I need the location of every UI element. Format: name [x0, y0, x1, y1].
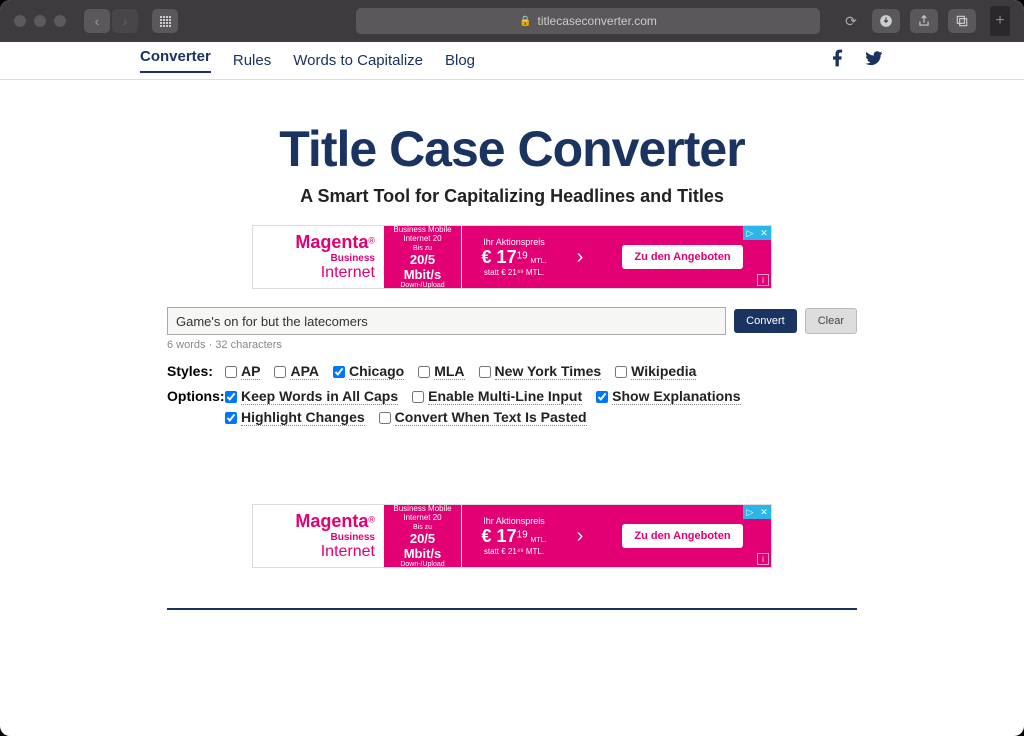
maximize-window-button[interactable] [54, 15, 66, 27]
ad-options-icon[interactable]: ▷ [743, 505, 757, 519]
share-icon [917, 14, 931, 28]
style-mla-label[interactable]: MLA [434, 363, 464, 380]
styles-label: Styles: [167, 363, 225, 380]
ad-brand-section: Magenta® Business Internet [253, 226, 383, 288]
ad-options-icon[interactable]: ▷ [743, 226, 757, 240]
character-count: 6 words · 32 characters [167, 339, 857, 351]
tabs-icon [955, 14, 969, 28]
style-apa-label[interactable]: APA [290, 363, 319, 380]
page-subtitle: A Smart Tool for Capitalizing Headlines … [0, 186, 1024, 207]
clear-button[interactable]: Clear [805, 308, 857, 334]
ad-cta-button[interactable]: Zu den Angeboten [622, 245, 742, 269]
option-explanations-label[interactable]: Show Explanations [612, 388, 740, 405]
downloads-button[interactable] [872, 9, 900, 33]
minimize-window-button[interactable] [34, 15, 46, 27]
convert-button[interactable]: Convert [734, 309, 797, 333]
back-button[interactable]: ‹ [84, 9, 110, 33]
ad-banner-top[interactable]: Magenta® Business Internet Business Mobi… [252, 225, 772, 289]
ad-arrow-icon: › [566, 505, 594, 567]
site-nav: Converter Rules Words to Capitalize Blog [0, 42, 1024, 80]
ad-speed-box: Business Mobile Internet 20 Bis zu 20/5 … [383, 505, 461, 567]
option-multiline-label[interactable]: Enable Multi-Line Input [428, 388, 582, 405]
style-ap-label[interactable]: AP [241, 363, 260, 380]
ad-speed-box: Business Mobile Internet 20 Bis zu 20/5 … [383, 226, 461, 288]
facebook-link[interactable] [828, 48, 848, 73]
options-row: Keep Words in All Caps Enable Multi-Line… [225, 388, 857, 426]
ad-controls: ▷ ✕ [743, 226, 771, 240]
style-nyt-checkbox[interactable] [479, 366, 491, 378]
twitter-icon [864, 48, 884, 68]
lock-icon: 🔒 [519, 16, 531, 27]
nav-words[interactable]: Words to Capitalize [293, 52, 423, 69]
close-window-button[interactable] [14, 15, 26, 27]
tabs-button[interactable] [948, 9, 976, 33]
nav-blog[interactable]: Blog [445, 52, 475, 69]
option-keepcaps-checkbox[interactable] [225, 391, 237, 403]
style-chicago-checkbox[interactable] [333, 366, 345, 378]
ad-info-icon[interactable]: i [757, 274, 769, 286]
twitter-link[interactable] [864, 48, 884, 73]
title-input[interactable] [167, 307, 726, 335]
style-mla-checkbox[interactable] [418, 366, 430, 378]
style-ap-checkbox[interactable] [225, 366, 237, 378]
page-title: Title Case Converter [0, 120, 1024, 178]
option-highlight-checkbox[interactable] [225, 412, 237, 424]
browser-title-bar: ‹ › 🔒 titlecaseconverter.com ⟳ [0, 0, 1024, 42]
ad-price-box: Ihr Aktionspreis € 1719 MTL. statt € 21⁴… [461, 505, 566, 567]
style-nyt-label[interactable]: New York Times [495, 363, 602, 380]
new-tab-button[interactable]: + [990, 6, 1010, 36]
facebook-icon [828, 48, 848, 68]
ad-cta-button[interactable]: Zu den Angeboten [622, 524, 742, 548]
option-convertpaste-label[interactable]: Convert When Text Is Pasted [395, 409, 587, 426]
style-wikipedia-label[interactable]: Wikipedia [631, 363, 696, 380]
nav-converter[interactable]: Converter [140, 48, 211, 73]
style-chicago-label[interactable]: Chicago [349, 363, 404, 380]
ad-info-icon[interactable]: i [757, 553, 769, 565]
forward-button[interactable]: › [112, 9, 138, 33]
ad-close-icon[interactable]: ✕ [757, 505, 771, 519]
ad-banner-bottom[interactable]: Magenta® Business Internet Business Mobi… [252, 504, 772, 568]
options-label: Options: [167, 388, 225, 426]
option-multiline-checkbox[interactable] [412, 391, 424, 403]
apps-grid-button[interactable] [152, 9, 178, 33]
download-icon [879, 14, 893, 28]
content-divider [167, 608, 857, 610]
url-bar[interactable]: 🔒 titlecaseconverter.com [356, 8, 820, 34]
style-apa-checkbox[interactable] [274, 366, 286, 378]
ad-arrow-icon: › [566, 226, 594, 288]
ad-close-icon[interactable]: ✕ [757, 226, 771, 240]
share-button[interactable] [910, 9, 938, 33]
traffic-lights [14, 15, 66, 27]
styles-row: AP APA Chicago MLA New York Times Wikipe… [225, 363, 857, 380]
apps-grid-icon [160, 16, 171, 27]
option-explanations-checkbox[interactable] [596, 391, 608, 403]
option-convertpaste-checkbox[interactable] [379, 412, 391, 424]
option-keepcaps-label[interactable]: Keep Words in All Caps [241, 388, 398, 405]
style-wikipedia-checkbox[interactable] [615, 366, 627, 378]
ad-price-box: Ihr Aktionspreis € 1719 MTL. statt € 21⁴… [461, 226, 566, 288]
ad-controls: ▷ ✕ [743, 505, 771, 519]
ad-brand-section: Magenta® Business Internet [253, 505, 383, 567]
reload-button[interactable]: ⟳ [838, 9, 864, 33]
option-highlight-label[interactable]: Highlight Changes [241, 409, 365, 426]
url-text: titlecaseconverter.com [538, 14, 657, 28]
nav-rules[interactable]: Rules [233, 52, 271, 69]
